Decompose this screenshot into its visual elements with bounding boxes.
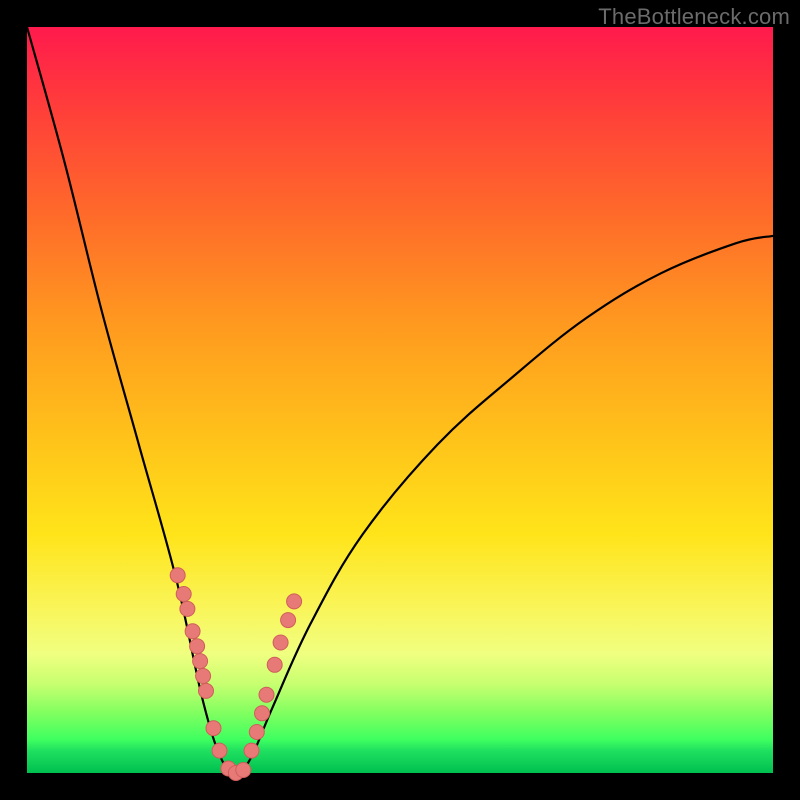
- marker-dot: [185, 624, 200, 639]
- marker-dot: [190, 639, 205, 654]
- marker-dot: [287, 594, 302, 609]
- marker-dot: [170, 568, 185, 583]
- bottleneck-curve: [27, 27, 773, 773]
- marker-dot: [249, 725, 264, 740]
- marker-dot: [273, 635, 288, 650]
- marker-dot: [259, 687, 274, 702]
- marker-dot: [281, 613, 296, 628]
- marker-dot: [206, 721, 221, 736]
- marker-dot: [176, 587, 191, 602]
- marker-dot: [212, 743, 227, 758]
- chart-svg: [27, 27, 773, 773]
- marker-dot: [244, 743, 259, 758]
- marker-group: [170, 568, 301, 781]
- marker-dot: [199, 683, 214, 698]
- marker-dot: [236, 763, 251, 778]
- marker-dot: [180, 601, 195, 616]
- marker-dot: [193, 654, 208, 669]
- watermark-label: TheBottleneck.com: [598, 4, 790, 30]
- marker-dot: [255, 706, 270, 721]
- marker-dot: [267, 657, 282, 672]
- chart-area: [27, 27, 773, 773]
- marker-dot: [196, 669, 211, 684]
